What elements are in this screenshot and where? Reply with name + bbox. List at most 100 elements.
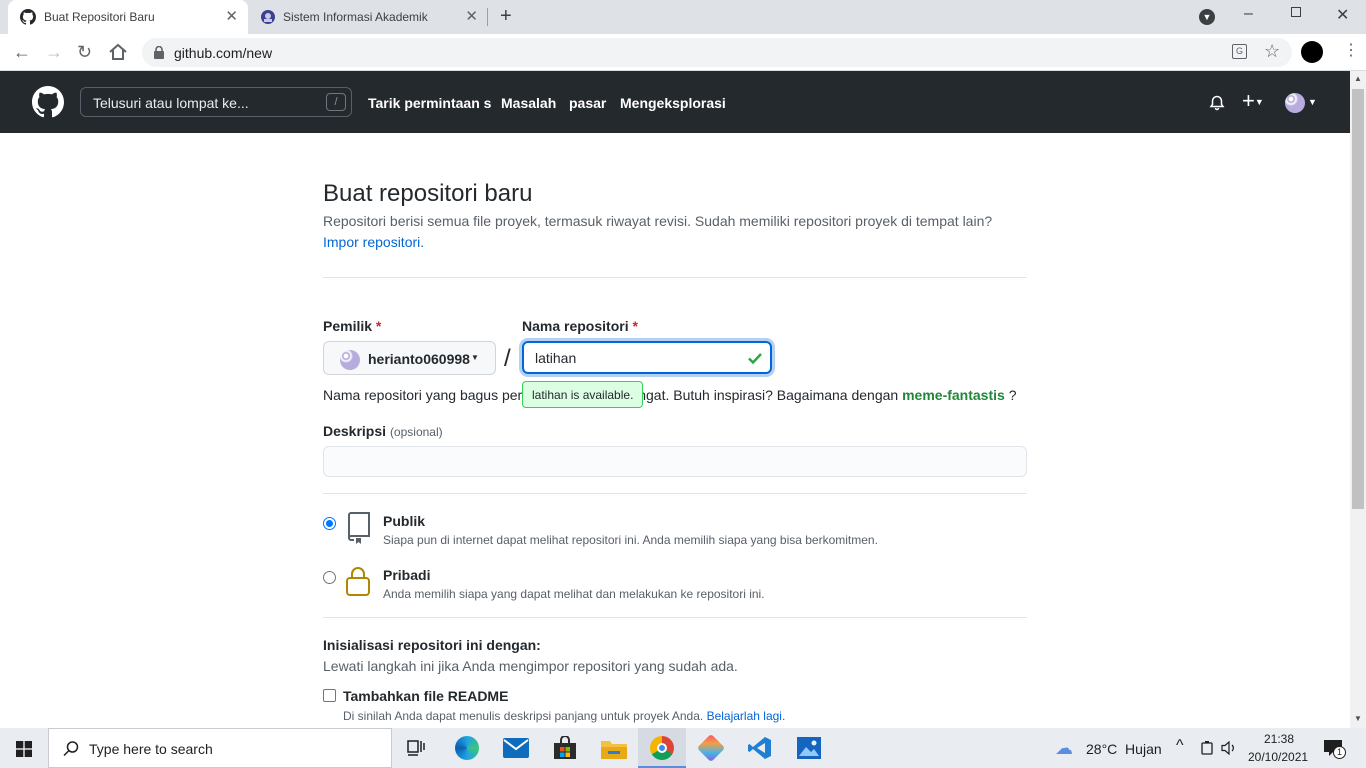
close-icon[interactable]: ✕ <box>465 9 478 25</box>
campus-icon <box>261 10 275 24</box>
repo-name-label: Nama repositori * <box>522 318 638 334</box>
scroll-down-icon[interactable]: ▼ <box>1354 714 1362 723</box>
visibility-private-radio[interactable] <box>323 571 336 584</box>
owner-repo-separator: / <box>504 345 511 372</box>
address-bar[interactable]: github.com/new G ☆ <box>142 38 1292 67</box>
windows-start-icon[interactable] <box>16 741 32 757</box>
nav-explore[interactable]: Mengeksplorasi <box>620 95 726 111</box>
scroll-up-icon[interactable]: ▲ <box>1354 74 1362 83</box>
bookmark-star-icon[interactable]: ☆ <box>1264 41 1280 62</box>
tab-sistem-informasi[interactable]: Sistem Informasi Akademik ✕ <box>248 0 488 34</box>
lock-icon <box>154 46 164 59</box>
windows-taskbar: Type here to search ☁ 28°C Hujan ^ 21:38… <box>0 728 1366 768</box>
vscode-icon[interactable] <box>748 736 772 760</box>
description-input[interactable] <box>323 446 1027 477</box>
clock-time[interactable]: 21:38 <box>1264 732 1294 746</box>
owner-label: Pemilik * <box>323 318 382 334</box>
nav-pull-requests[interactable]: Tarik permintaan s <box>368 95 491 111</box>
check-icon <box>748 353 762 365</box>
browser-tab-strip: Buat Repositori Baru ✕ Sistem Informasi … <box>0 0 1366 34</box>
file-explorer-icon[interactable] <box>601 738 627 760</box>
lock-icon <box>346 567 370 596</box>
scrollbar-thumb[interactable] <box>1352 89 1364 509</box>
taskbar-search-box[interactable]: Type here to search <box>48 728 392 768</box>
notification-badge: 1 <box>1333 746 1346 759</box>
tab-title: Sistem Informasi Akademik <box>283 10 428 24</box>
mail-icon[interactable] <box>503 738 529 758</box>
chrome-menu-icon[interactable]: ⋮ <box>1343 42 1359 60</box>
task-view-icon[interactable] <box>406 739 426 757</box>
visibility-private-desc: Anda memilih siapa yang dapat melihat da… <box>383 587 765 601</box>
import-repository-link[interactable]: Impor repositori. <box>323 234 424 250</box>
url-text: github.com/new <box>174 45 273 61</box>
search-icon <box>63 741 79 757</box>
owner-avatar <box>340 350 360 370</box>
chrome-taskbar-active[interactable] <box>638 728 686 768</box>
reload-icon[interactable]: ↻ <box>77 42 92 62</box>
tab-buat-repositori[interactable]: Buat Repositori Baru ✕ <box>8 0 248 34</box>
tray-chevron-up-icon[interactable]: ^ <box>1176 737 1184 755</box>
owner-select[interactable]: herianto060998 ▼ <box>323 341 496 375</box>
browser-toolbar: ← → ↻ github.com/new G ☆ ⋮ <box>0 34 1366 71</box>
close-window-icon[interactable]: ✕ <box>1336 5 1349 25</box>
tab-title: Buat Repositori Baru <box>44 10 155 24</box>
git-client-icon[interactable] <box>696 733 726 763</box>
github-icon <box>20 9 36 25</box>
taskbar-search-placeholder: Type here to search <box>89 741 213 757</box>
visibility-public-label[interactable]: Publik <box>383 513 425 529</box>
new-tab-icon[interactable]: + <box>500 6 512 26</box>
visibility-public-desc: Siapa pun di internet dapat melihat repo… <box>383 533 878 547</box>
weather-rain-icon[interactable]: ☁ <box>1055 738 1073 759</box>
tab-search-icon[interactable]: ▼ <box>1199 9 1215 25</box>
volume-icon[interactable] <box>1221 741 1237 755</box>
readme-checkbox[interactable] <box>323 689 336 702</box>
divider <box>323 277 1027 278</box>
divider <box>323 617 1027 618</box>
init-heading: Inisialisasi repositori ini dengan: <box>323 637 541 653</box>
page-subtitle: Repositori berisi semua file proyek, ter… <box>323 213 993 229</box>
name-suggestion-link[interactable]: meme-fantastis <box>902 387 1005 403</box>
user-avatar[interactable] <box>1285 93 1305 113</box>
readme-desc: Di sinilah Anda dapat menulis deskripsi … <box>343 709 786 723</box>
photos-icon[interactable] <box>797 737 821 759</box>
repo-name-value: latihan <box>535 350 577 366</box>
restore-icon[interactable] <box>1291 7 1301 17</box>
battery-icon[interactable] <box>1200 741 1214 755</box>
visibility-private-label[interactable]: Pribadi <box>383 567 430 583</box>
store-icon[interactable] <box>553 736 577 760</box>
description-label: Deskripsi (opsional) <box>323 423 443 439</box>
close-icon[interactable]: ✕ <box>225 9 238 25</box>
home-icon[interactable] <box>108 43 128 61</box>
minimize-icon[interactable]: – <box>1244 5 1253 23</box>
github-search-input[interactable]: Telusuri atau lompat ke... / <box>80 87 352 117</box>
search-shortcut-key: / <box>326 93 346 111</box>
bell-icon[interactable] <box>1209 95 1225 111</box>
tab-divider <box>487 8 488 26</box>
edge-icon[interactable] <box>455 736 479 760</box>
github-header: Telusuri atau lompat ke... / Tarik permi… <box>0 71 1350 133</box>
avatar-dropdown-icon[interactable]: ▼ <box>1308 97 1317 107</box>
nav-issues[interactable]: Masalah <box>501 95 556 111</box>
divider <box>323 493 1027 494</box>
repo-name-hint: Nama repositori yang bagus per ngat. Butu… <box>323 387 1017 403</box>
search-placeholder: Telusuri atau lompat ke... <box>93 95 249 111</box>
forward-icon[interactable]: → <box>45 42 63 62</box>
page-title: Buat repositori baru <box>323 180 533 207</box>
weather-text[interactable]: 28°C Hujan <box>1086 741 1162 757</box>
github-logo-icon[interactable] <box>32 86 64 118</box>
back-icon[interactable]: ← <box>13 42 31 62</box>
owner-value: herianto060998 <box>368 351 470 367</box>
learn-more-link[interactable]: Belajarlah lagi. <box>707 709 786 723</box>
availability-tooltip: latihan is available. <box>522 381 644 408</box>
caret-down-icon: ▼ <box>471 353 479 362</box>
repo-name-input[interactable]: latihan <box>522 341 772 374</box>
readme-label[interactable]: Tambahkan file README <box>343 688 508 704</box>
init-subtext: Lewati langkah ini jika Anda mengimpor r… <box>323 658 738 674</box>
repo-book-icon <box>348 512 370 544</box>
profile-avatar[interactable] <box>1301 41 1323 63</box>
translate-icon[interactable]: G <box>1232 44 1247 59</box>
nav-marketplace[interactable]: pasar <box>569 95 606 111</box>
visibility-public-radio[interactable] <box>323 517 336 530</box>
clock-date[interactable]: 20/10/2021 <box>1248 750 1308 764</box>
create-new-plus-icon[interactable]: +▼ <box>1242 88 1264 114</box>
